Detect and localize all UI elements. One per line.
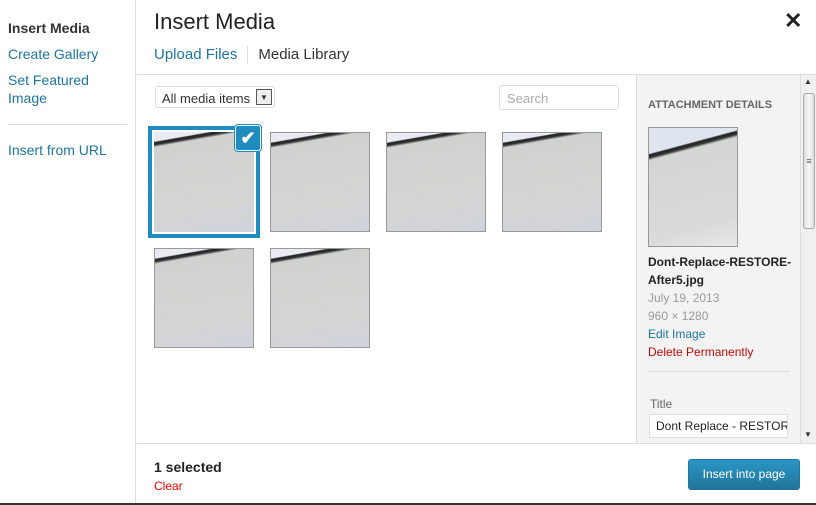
edit-image-link[interactable]: Edit Image (648, 325, 705, 343)
page-title: Insert Media (154, 9, 276, 34)
media-filter-select[interactable]: All media items ▼ (155, 86, 275, 108)
attachment-date: July 19, 2013 (648, 291, 720, 305)
title-label: Title (650, 397, 673, 411)
media-sidebar: Insert Media Create Gallery Set Featured… (0, 0, 136, 503)
media-item[interactable] (386, 132, 486, 232)
selection-count: 1 selected (154, 459, 222, 475)
title-input[interactable]: Dont Replace - RESTORE-After5 (649, 414, 788, 438)
delete-permanently-link[interactable]: Delete Permanently (648, 343, 753, 361)
media-item[interactable] (270, 248, 370, 348)
tab-media-library[interactable]: Media Library (248, 46, 349, 64)
media-item[interactable] (270, 132, 370, 232)
tab-upload-files[interactable]: Upload Files (154, 46, 249, 64)
scrollbar[interactable]: ▲ ≡ ▼ (800, 75, 816, 443)
clear-selection-link[interactable]: Clear (154, 479, 183, 493)
scroll-up-icon[interactable]: ▲ (804, 77, 812, 86)
media-item[interactable] (502, 132, 602, 232)
sidebar-item-insert-from-url[interactable]: Insert from URL (0, 141, 115, 159)
media-item[interactable] (154, 248, 254, 348)
attachment-dimensions: 960 × 1280 (648, 309, 709, 323)
close-icon[interactable]: ✕ (784, 8, 802, 34)
scrollbar-thumb[interactable]: ≡ (803, 93, 815, 229)
attachment-preview (648, 127, 738, 247)
scroll-down-icon[interactable]: ▼ (804, 430, 812, 439)
sidebar-item-create-gallery[interactable]: Create Gallery (0, 45, 106, 63)
attachment-details-panel: ATTACHMENT DETAILS Dont-Replace-RESTORE-… (636, 75, 800, 443)
footer-toolbar: 1 selected Clear Insert into page (137, 443, 816, 503)
filter-value: All media items (162, 91, 251, 106)
attachment-filename: Dont-Replace-RESTORE-After5.jpg (648, 255, 792, 287)
divider (648, 371, 790, 372)
insert-into-page-button[interactable]: Insert into page (688, 459, 800, 490)
sidebar-item-set-featured-image[interactable]: Set Featured Image (0, 71, 110, 107)
divider (8, 124, 127, 125)
sidebar-item-insert-media[interactable]: Insert Media (0, 19, 98, 37)
chevron-down-icon: ▼ (256, 89, 272, 105)
check-icon[interactable]: ✔ (235, 125, 261, 151)
tabs: Upload Files Media Library (154, 46, 349, 64)
details-heading: ATTACHMENT DETAILS (648, 99, 773, 111)
search-input[interactable]: Search (499, 85, 619, 110)
